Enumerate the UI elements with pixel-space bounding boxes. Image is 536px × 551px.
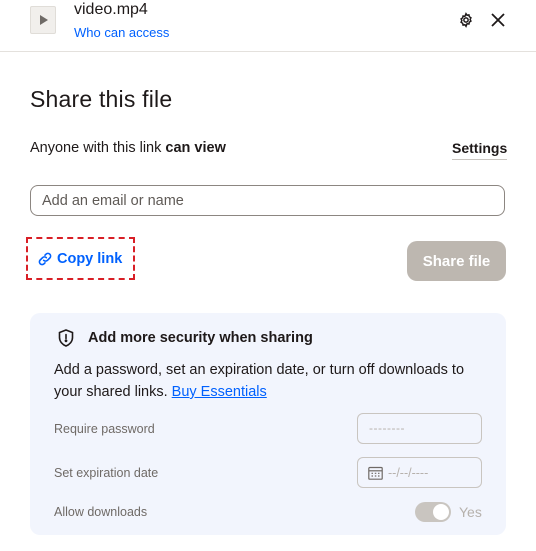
file-thumbnail (30, 6, 56, 34)
security-description: Add a password, set an expiration date, … (54, 359, 494, 403)
page-title: Share this file (30, 86, 173, 112)
copy-link-label: Copy link (57, 250, 123, 267)
calendar-icon (368, 466, 383, 480)
share-file-button[interactable]: Share file (407, 241, 506, 281)
close-icon (491, 13, 505, 27)
email-name-input[interactable] (30, 185, 505, 216)
security-title: Add more security when sharing (88, 330, 313, 346)
access-level: can view (165, 140, 226, 156)
allow-downloads-label: Allow downloads (54, 505, 148, 519)
password-field: -------- (357, 413, 482, 444)
close-button[interactable] (488, 10, 508, 30)
gear-icon (460, 12, 472, 28)
access-prefix: Anyone with this link (30, 140, 166, 156)
expiration-date-placeholder: --/--/---- (388, 465, 429, 480)
require-password-label: Require password (54, 422, 155, 436)
buy-essentials-link[interactable]: Buy Essentials (172, 384, 267, 400)
who-can-access-link[interactable]: Who can access (74, 25, 169, 40)
shield-icon (58, 329, 74, 347)
allow-downloads-toggle (415, 502, 451, 522)
link-icon (38, 252, 52, 265)
expiration-date-field: --/--/---- (357, 457, 482, 488)
toggle-knob (433, 504, 449, 520)
settings-button[interactable] (456, 10, 476, 30)
play-icon (40, 15, 48, 25)
expiration-date-label: Set expiration date (54, 466, 159, 480)
link-settings-button[interactable]: Settings (452, 140, 508, 160)
copy-link-button[interactable]: Copy link (26, 237, 135, 280)
link-access-summary: Anyone with this link can view (30, 140, 226, 156)
security-upsell-card: Add more security when sharing Add a pas… (30, 313, 506, 535)
file-name: video.mp4 (74, 1, 148, 18)
allow-downloads-value: Yes (459, 504, 482, 520)
file-header: video.mp4 Who can access (0, 0, 536, 52)
